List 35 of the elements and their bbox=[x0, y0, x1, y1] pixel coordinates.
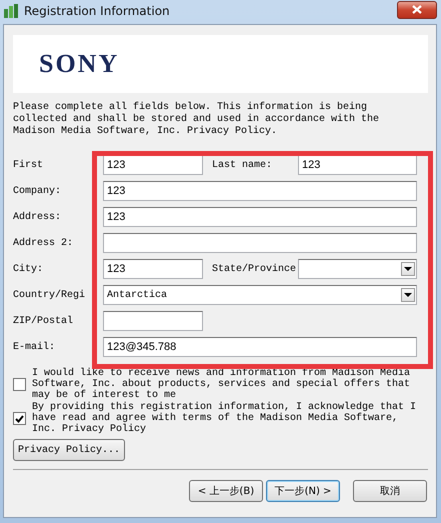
checkbox[interactable] bbox=[13, 378, 26, 391]
window-title: Registration Information bbox=[24, 4, 171, 18]
input-field[interactable]: 123 bbox=[103, 155, 203, 175]
input-field[interactable] bbox=[103, 233, 417, 253]
field-label: Last name: bbox=[212, 160, 274, 170]
dropdown-value: Antarctica bbox=[107, 290, 168, 300]
field-label: Country/Regi bbox=[13, 290, 86, 300]
checkbox[interactable] bbox=[13, 412, 26, 425]
intro-text: Please complete all fields below. This information is being collected and shall be stored and used in accordance with the Madison Media Software, Inc. Privacy Policy. bbox=[13, 102, 380, 138]
input-field[interactable] bbox=[103, 311, 203, 331]
wizard-button[interactable]: 取消 bbox=[353, 480, 427, 502]
field-label: First bbox=[13, 160, 44, 170]
checkbox-label: I would like to receive news and information from Madison Media Software, Inc. about products, services and special offers that may be of interest to me bbox=[32, 368, 412, 401]
input-field[interactable]: 123@345.788 bbox=[103, 337, 417, 357]
input-field[interactable]: 123 bbox=[103, 207, 417, 227]
bar-chart-icon bbox=[4, 4, 18, 18]
dropdown[interactable] bbox=[298, 259, 417, 279]
dropdown[interactable]: Antarctica bbox=[103, 285, 417, 305]
field-label: ZIP/Postal bbox=[13, 316, 74, 326]
input-field[interactable]: 123 bbox=[103, 181, 417, 201]
logo: SONY bbox=[39, 49, 120, 79]
field-label: Company: bbox=[13, 186, 62, 196]
field-label: E-mail: bbox=[13, 342, 56, 352]
wizard-button[interactable]: < 上一步(B) bbox=[189, 480, 263, 502]
close-icon bbox=[412, 5, 422, 14]
input-field[interactable]: 123 bbox=[103, 259, 203, 279]
privacy-policy-button[interactable]: Privacy Policy... bbox=[13, 439, 125, 461]
field-label: State/Province bbox=[212, 264, 298, 274]
field-label: Address 2: bbox=[13, 238, 74, 248]
field-label: Address: bbox=[13, 212, 62, 222]
close-button[interactable] bbox=[397, 0, 437, 18]
field-label: City: bbox=[13, 264, 44, 274]
input-field[interactable]: 123 bbox=[298, 155, 417, 175]
wizard-button[interactable]: 下一步(N) > bbox=[266, 480, 340, 502]
checkbox-label: By providing this registration information, I acknowledge that I have read and agree with terms of the Madison Media Software, Inc. Privacy Policy bbox=[32, 402, 418, 435]
